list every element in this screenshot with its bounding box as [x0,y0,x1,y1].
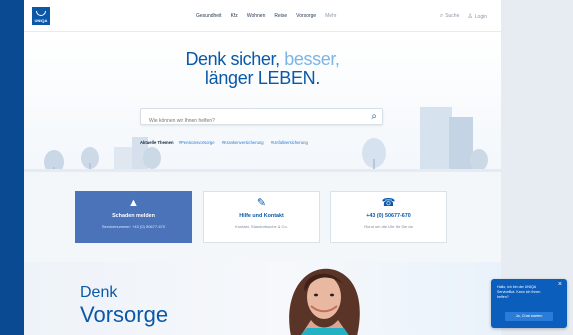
headline-part-denk: Denk [185,49,231,69]
tile-subtitle: Servicenummer: +43 (0) 50677-670 [101,224,166,229]
login-link[interactable]: ♙ Login [467,13,487,20]
report-claim-tile[interactable]: ▲ Schaden melden Servicenummer: +43 (0) … [75,191,192,243]
phone-icon: ☎ [381,197,396,209]
topic-link[interactable]: #Krankenversicherung [222,140,264,145]
search-link[interactable]: ⌕ Suche [440,13,460,20]
nav-item-gesundheit[interactable]: Gesundheit [196,13,222,19]
search-input[interactable] [141,113,351,129]
help-contact-tile[interactable]: ✎ Hilfe und Kontakt Kontakt, Standortsuc… [203,191,320,243]
service-tiles: ▲ Schaden melden Servicenummer: +43 (0) … [24,172,501,262]
promo-title: Denk Vorsorge [80,282,168,326]
headline-part-besser: besser, [279,49,340,69]
search-box: ⌕ [140,108,383,129]
chatbot-message: Hallo, ich bin der UNIQA ServiceBot. Kan… [497,285,541,299]
website-screen: UNIQA Gesundheit Kfz Wohnen Reise Vorsor… [24,0,501,335]
brand-name: UNIQA [34,18,48,23]
chatbot-widget: × Hallo, ich bin der UNIQA ServiceBot. K… [491,279,567,328]
headline-line-1: Denk sicher, besser, [24,50,501,69]
warning-icon: ▲ [128,197,139,209]
search-label: Suche [445,13,460,19]
hero-headline: Denk sicher, besser, länger LEBEN. [24,50,501,88]
headline-line-2: länger LEBEN. [204,67,321,88]
utility-links: ⌕ Suche ♙ Login [440,13,487,20]
tile-subtitle: Kontakt, Standortsuche & Co. [235,224,288,229]
nav-item-vorsorge[interactable]: Vorsorge [296,13,316,19]
hero-section: Denk sicher, besser, länger LEBEN. ⌕ Akt… [24,32,501,172]
nav-item-wohnen[interactable]: Wohnen [247,13,266,19]
login-label: Login [474,14,487,20]
top-navigation: UNIQA Gesundheit Kfz Wohnen Reise Vorsor… [24,0,501,32]
search-icon: ⌕ [439,13,444,19]
tile-title: Hilfe und Kontakt [239,213,284,219]
topic-link[interactable]: #Unfallversicherung [271,140,308,145]
user-icon: ♙ [467,14,473,20]
current-topics: Aktuelle Themen #Pensionsvorsorge #Krank… [140,140,400,145]
nav-item-kfz[interactable]: Kfz [231,13,238,19]
pen-icon: ✎ [256,197,267,209]
tile-subtitle: Rund um die Uhr für Sie da [364,224,413,229]
promo-line-2: Vorsorge [80,302,169,327]
search-icon[interactable]: ⌕ [371,112,377,122]
tile-title: +43 (0) 50677-670 [366,213,411,219]
main-menu: Gesundheit Kfz Wohnen Reise Vorsorge Meh… [196,13,337,19]
start-chat-button[interactable]: Ja, Chat starten [505,312,553,321]
uniqa-logo[interactable]: UNIQA [32,7,50,25]
tile-title: Schaden melden [112,213,155,219]
uniqa-logo-icon [36,11,46,16]
woman-portrait-image [289,268,360,335]
topic-link[interactable]: #Pensionsvorsorge [179,140,215,145]
nav-item-reise[interactable]: Reise [274,13,287,19]
topics-label: Aktuelle Themen [140,140,174,145]
headline-part-sicher: sicher, [230,49,280,69]
promo-line-1: Denk [80,284,118,301]
phone-tile[interactable]: ☎ +43 (0) 50677-670 Rund um die Uhr für … [330,191,447,243]
close-icon[interactable]: × [558,281,562,288]
desktop-frame: UNIQA Gesundheit Kfz Wohnen Reise Vorsor… [0,0,573,335]
promo-banner: Denk Vorsorge [24,262,501,335]
nav-item-mehr[interactable]: Mehr [325,13,336,19]
